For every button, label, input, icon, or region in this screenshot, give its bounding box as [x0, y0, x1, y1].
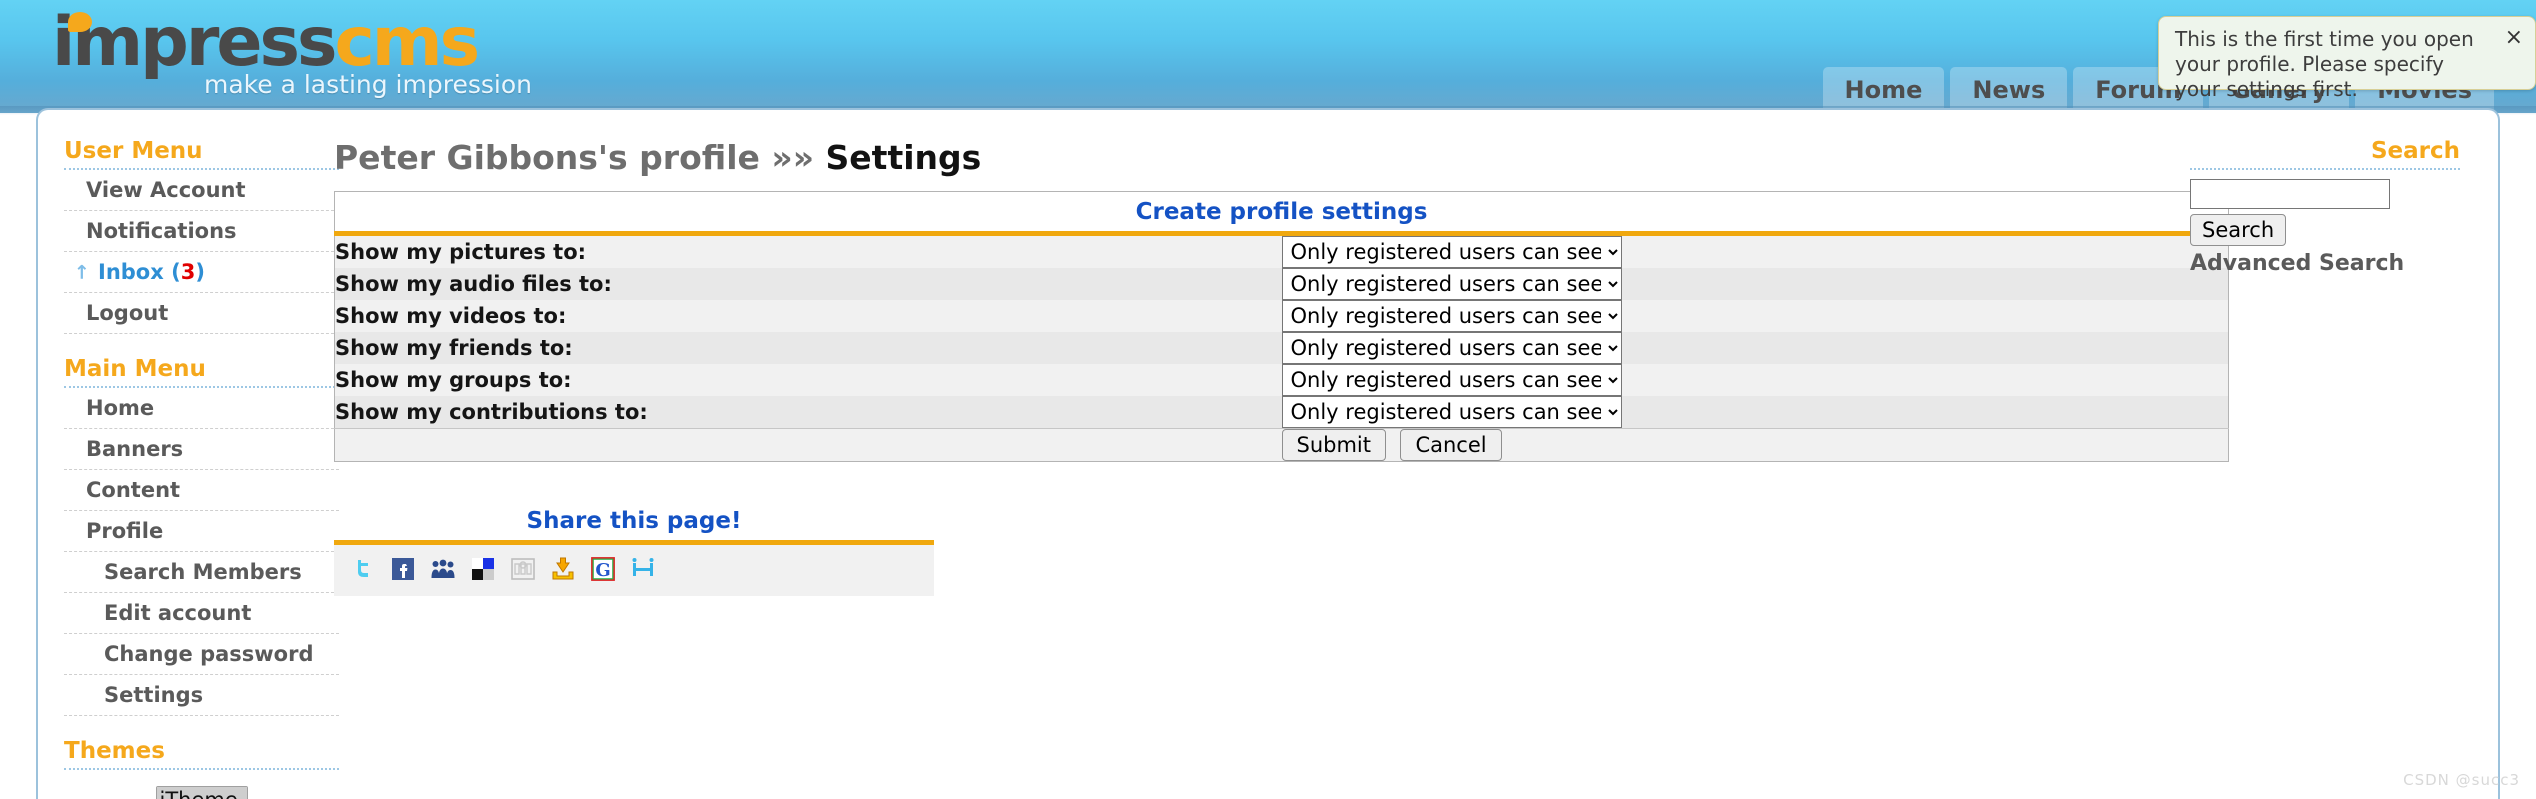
myspace-icon[interactable]: [430, 556, 456, 582]
groups-privacy-select[interactable]: Only registered users can see this: [1281, 364, 1622, 396]
sidebar-item-inbox[interactable]: ↗ Inbox (3): [64, 252, 339, 293]
logo-wordmark: impresscms: [52, 8, 572, 78]
svg-text:G: G: [595, 560, 610, 581]
table-row: Show my groups to: Only registered users…: [334, 364, 2229, 396]
main-content: Peter Gibbons's profile »» Settings Crea…: [334, 138, 2264, 596]
search-input[interactable]: [2190, 179, 2390, 209]
main-menu-title: Main Menu: [64, 356, 339, 388]
row-field-pictures: Only registered users can see this: [1281, 233, 2229, 268]
digg-icon[interactable]: [510, 556, 536, 582]
table-row: Show my audio files to: Only registered …: [334, 268, 2229, 300]
cancel-button[interactable]: Cancel: [1400, 429, 1502, 461]
right-sidebar: Search Search Advanced Search: [2190, 138, 2460, 276]
close-icon[interactable]: ×: [2505, 27, 2523, 49]
sidebar-item-search-members[interactable]: Search Members: [64, 552, 339, 593]
videos-privacy-select[interactable]: Only registered users can see this: [1281, 300, 1622, 332]
table-actions-row: Submit Cancel: [334, 428, 2229, 462]
twitter-icon[interactable]: [350, 556, 376, 582]
page-title: Peter Gibbons's profile »» Settings: [334, 138, 2264, 177]
inbox-unread-number: 3: [180, 260, 196, 284]
row-field-contributions: Only registered users can see this: [1281, 396, 2229, 429]
facebook-icon[interactable]: [390, 556, 416, 582]
site-header: impresscms make a lasting impression Hom…: [0, 0, 2536, 113]
sidebar-item-edit-account[interactable]: Edit account: [64, 593, 339, 634]
breadcrumb-separator: »»: [771, 138, 815, 177]
arrow-up-right-icon: ↗: [68, 259, 96, 287]
form-header-label: Create profile settings: [334, 191, 2229, 236]
sidebar-item-home[interactable]: Home: [64, 388, 339, 429]
row-label-friends: Show my friends to:: [334, 332, 1282, 364]
delicious-icon[interactable]: [470, 556, 496, 582]
table-row: Show my videos to: Only registered users…: [334, 300, 2229, 332]
row-field-videos: Only registered users can see this: [1281, 300, 2229, 332]
profile-settings-table: Create profile settings Show my pictures…: [334, 191, 2229, 462]
submit-button[interactable]: Submit: [1281, 429, 1386, 461]
row-label-pictures: Show my pictures to:: [334, 233, 1282, 268]
site-logo[interactable]: impresscms make a lasting impression: [52, 8, 572, 100]
logo-tagline: make a lasting impression: [204, 70, 532, 99]
advanced-search-link[interactable]: Advanced Search: [2190, 251, 2460, 276]
actions-cell: Submit Cancel: [1281, 428, 2229, 462]
search-button[interactable]: Search: [2190, 214, 2287, 246]
contributions-privacy-select[interactable]: Only registered users can see this: [1281, 396, 1622, 428]
sidebar-gap-2: [64, 716, 339, 738]
sidebar-item-inbox-label: Inbox: [98, 260, 164, 284]
table-row: Show my pictures to: Only registered use…: [334, 233, 2229, 268]
user-menu-title: User Menu: [64, 138, 339, 170]
identica-icon[interactable]: [630, 556, 656, 582]
pictures-privacy-select[interactable]: Only registered users can see this: [1281, 236, 1622, 268]
row-field-friends: Only registered users can see this: [1281, 332, 2229, 364]
watermark-text: CSDN @succ3: [2403, 771, 2520, 789]
sidebar-item-logout[interactable]: Logout: [64, 293, 339, 334]
table-row: Show my contributions to: Only registere…: [334, 396, 2229, 429]
sidebar-item-content[interactable]: Content: [64, 470, 339, 511]
friends-privacy-select[interactable]: Only registered users can see this: [1281, 332, 1622, 364]
sidebar-item-profile[interactable]: Profile: [64, 511, 339, 552]
audio-privacy-select[interactable]: Only registered users can see this: [1281, 268, 1622, 300]
sidebar-item-settings[interactable]: Settings: [64, 675, 339, 716]
furl-icon[interactable]: [550, 556, 576, 582]
sidebar-item-notifications[interactable]: Notifications: [64, 211, 339, 252]
row-field-audio: Only registered users can see this: [1281, 268, 2229, 300]
content-panel: User Menu View Account Notifications ↗ I…: [36, 108, 2500, 799]
table-row: Show my friends to: Only registered user…: [334, 332, 2229, 364]
logo-dot-icon: [68, 12, 92, 32]
row-field-groups: Only registered users can see this: [1281, 364, 2229, 396]
actions-spacer: [334, 428, 1282, 462]
row-label-contributions: Show my contributions to:: [334, 396, 1282, 429]
sidebar-item-banners[interactable]: Banners: [64, 429, 339, 470]
search-block-title: Search: [2190, 138, 2460, 170]
sidebar-item-view-account[interactable]: View Account: [64, 170, 339, 211]
inbox-unread-count: (3): [163, 260, 205, 284]
table-header-row: Create profile settings: [334, 191, 2229, 236]
page-title-owner: Peter Gibbons's profile: [334, 138, 760, 177]
row-label-videos: Show my videos to:: [334, 300, 1282, 332]
themes-title: Themes: [64, 738, 339, 770]
google-icon[interactable]: G: [590, 556, 616, 582]
share-block: Share this page! G: [334, 508, 934, 596]
row-label-audio: Show my audio files to:: [334, 268, 1282, 300]
left-sidebar: User Menu View Account Notifications ↗ I…: [64, 138, 339, 799]
page-title-current: Settings: [825, 138, 982, 177]
sidebar-item-change-password[interactable]: Change password: [64, 634, 339, 675]
themes-block: iTheme (1 themes): [64, 786, 339, 799]
theme-option-itheme[interactable]: iTheme: [157, 787, 247, 799]
page-root: impresscms make a lasting impression Hom…: [0, 0, 2536, 799]
row-label-groups: Show my groups to:: [334, 364, 1282, 396]
notification-message: This is the first time you open your pro…: [2175, 27, 2474, 101]
first-time-notification: This is the first time you open your pro…: [2158, 16, 2536, 101]
share-icons-row: G: [334, 545, 934, 596]
theme-select[interactable]: iTheme: [155, 786, 248, 799]
share-title: Share this page!: [334, 508, 934, 545]
